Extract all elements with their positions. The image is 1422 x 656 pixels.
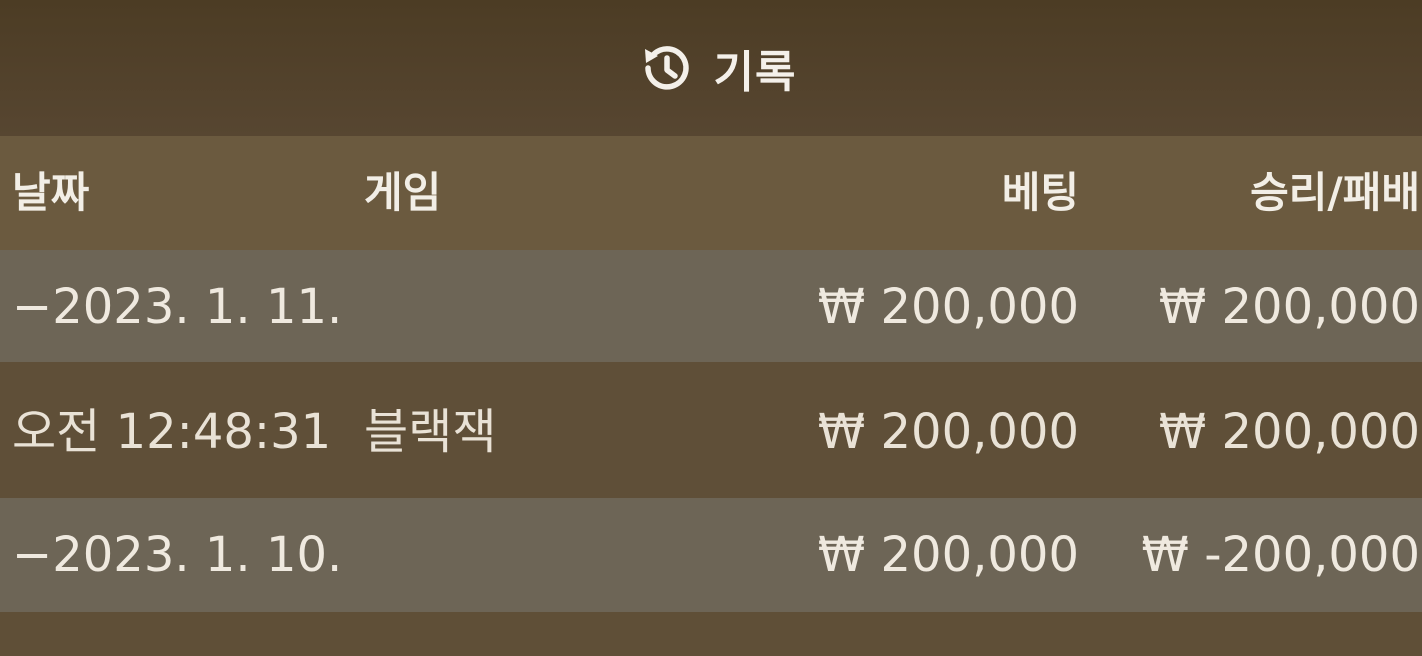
table-row-partial: [0, 612, 1422, 656]
table-row[interactable]: 오전 12:48:31 블랙잭 ₩ 200,000 ₩ 200,000: [0, 362, 1422, 498]
column-header-game[interactable]: 게임: [364, 172, 441, 214]
history-icon: [636, 39, 694, 97]
table-row[interactable]: −2023. 1. 10. ₩ 200,000 ₩ -200,000: [0, 498, 1422, 612]
history-header: 기록: [0, 0, 1422, 136]
row-bet: ₩ 200,000: [817, 527, 1079, 583]
table-header: 날짜 게임 베팅 승리/패배: [0, 136, 1422, 250]
row-bet: ₩ 200,000: [817, 279, 1079, 335]
row-win-loss: ₩ 200,000: [1158, 279, 1420, 335]
column-header-bet[interactable]: 베팅: [1002, 172, 1079, 214]
column-header-date[interactable]: 날짜: [12, 172, 89, 214]
row-date: −2023. 1. 10.: [12, 527, 343, 583]
column-header-win-loss[interactable]: 승리/패배: [1250, 172, 1420, 214]
row-win-loss: ₩ -200,000: [1141, 527, 1420, 583]
table-row[interactable]: −2023. 1. 11. ₩ 200,000 ₩ 200,000: [0, 250, 1422, 362]
row-date: 오전 12:48:31: [12, 404, 332, 460]
header-title-group: 기록: [636, 36, 797, 100]
page-title: 기록: [713, 47, 797, 98]
row-date: −2023. 1. 11.: [12, 279, 343, 335]
row-bet: ₩ 200,000: [817, 404, 1079, 460]
row-game: 블랙잭: [364, 404, 497, 460]
row-win-loss: ₩ 200,000: [1158, 404, 1420, 460]
